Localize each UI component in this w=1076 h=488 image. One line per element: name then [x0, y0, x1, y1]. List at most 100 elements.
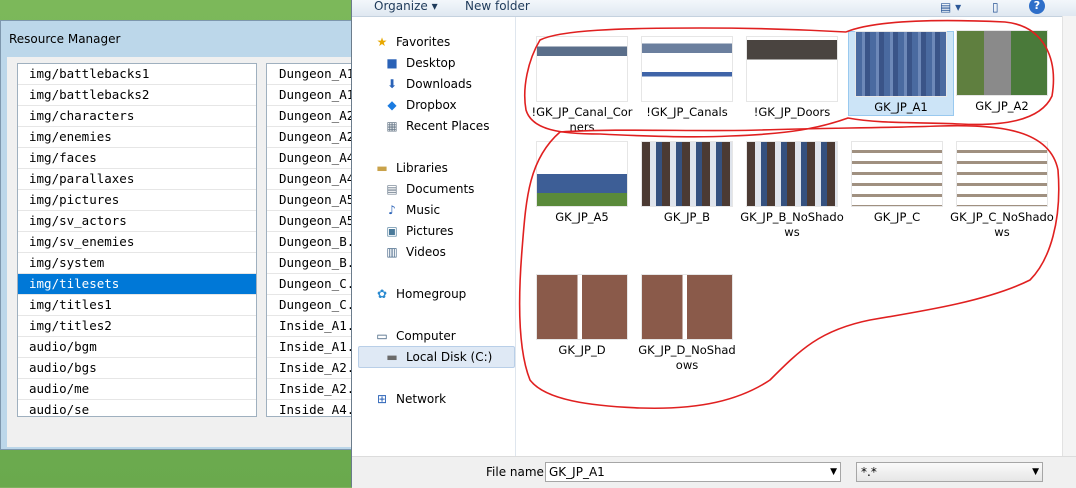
pictures-icon: ▣	[386, 224, 398, 238]
chevron-down-icon[interactable]: ▼	[830, 463, 837, 481]
folder-row[interactable]: img/sv_enemies	[18, 232, 256, 253]
file-view: !GK_JP_Canal_Corners !GK_JP_Canals !GK_JP_…	[524, 17, 1059, 457]
file-tile[interactable]: GK_JP_D_NoShadows	[635, 275, 739, 373]
file-tile[interactable]: GK_JP_B	[635, 142, 739, 225]
file-name-value: GK_JP_A1	[549, 465, 605, 479]
toolbar: Organize ▾ New folder ▤ ▾ ▯ ?	[352, 0, 1076, 17]
file-name-caption: GK_JP_D_NoShadows	[638, 343, 736, 372]
folder-row[interactable]: img/sv_actors	[18, 211, 256, 232]
file-name-caption: !GK_JP_Canals	[646, 105, 728, 119]
nav-local-disk[interactable]: ▬ Local Disk (C:)	[384, 347, 492, 367]
file-name-caption: GK_JP_B_NoShadows	[740, 210, 844, 239]
desktop-icon: ■	[386, 56, 398, 70]
window-title: Resource Manager	[9, 32, 121, 46]
file-thumbnail	[537, 37, 627, 101]
nav-network[interactable]: ⊞ Network	[374, 389, 446, 409]
nav-computer[interactable]: ▭ Computer	[374, 326, 455, 346]
folder-row[interactable]: img/characters	[18, 106, 256, 127]
file-thumbnail	[747, 37, 837, 101]
folder-list[interactable]: img/battlebacks1 img/battlebacks2 img/char…	[17, 63, 257, 417]
file-tile[interactable]: GK_JP_D	[530, 275, 634, 358]
videos-icon: ▥	[386, 245, 398, 259]
nav-dropbox[interactable]: ◆ Dropbox	[384, 95, 456, 115]
file-tile[interactable]: !GK_JP_Canals	[635, 37, 739, 120]
folder-row[interactable]: img/system	[18, 253, 256, 274]
file-thumbnail	[747, 142, 837, 206]
nav-videos[interactable]: ▥ Videos	[384, 242, 446, 262]
file-name-caption: GK_JP_A2	[975, 99, 1029, 113]
folder-row[interactable]: img/battlebacks2	[18, 85, 256, 106]
file-thumbnail	[642, 275, 732, 339]
file-name-caption: !GK_JP_Canal_Corners	[531, 105, 633, 134]
organize-button[interactable]: Organize ▾	[374, 0, 438, 13]
file-thumbnail	[852, 142, 942, 206]
resource-manager-window: Resource Manager img/battlebacks1 img/bat…	[0, 20, 368, 450]
nav-pictures[interactable]: ▣ Pictures	[384, 221, 453, 241]
file-tile[interactable]: !GK_JP_Canal_Corners	[530, 37, 634, 135]
file-tile[interactable]: GK_JP_A5	[530, 142, 634, 225]
folder-row[interactable]: audio/bgm	[18, 337, 256, 358]
nav-favorites[interactable]: ★ Favorites	[374, 32, 451, 52]
file-name-caption: !GK_JP_Doors	[753, 105, 831, 119]
file-tile[interactable]: GK_JP_A1	[848, 31, 954, 116]
computer-icon: ▭	[376, 329, 388, 343]
network-icon: ⊞	[376, 392, 388, 406]
resource-manager-body: img/battlebacks1 img/battlebacks2 img/char…	[7, 57, 368, 447]
nav-music[interactable]: ♪ Music	[384, 200, 440, 220]
nav-homegroup[interactable]: ✿ Homegroup	[374, 284, 466, 304]
folder-row[interactable]: img/faces	[18, 148, 256, 169]
file-name-caption: GK_JP_C	[873, 210, 921, 224]
drive-icon: ▬	[386, 350, 398, 364]
nav-recent-places[interactable]: ▦ Recent Places	[384, 116, 489, 136]
file-tile[interactable]: GK_JP_B_NoShadows	[740, 142, 844, 240]
file-tile[interactable]: !GK_JP_Doors	[740, 37, 844, 120]
file-name-caption: GK_JP_D	[558, 343, 606, 357]
navigation-pane: ★ Favorites ■ Desktop ⬇ Downloads ◆ Dropbox …	[352, 17, 516, 457]
nav-libraries[interactable]: ▬ Libraries	[374, 158, 448, 178]
chevron-down-icon[interactable]: ▼	[1032, 463, 1039, 481]
folder-row[interactable]: img/pictures	[18, 190, 256, 211]
file-name-caption: GK_JP_B	[663, 210, 711, 224]
documents-icon: ▤	[386, 182, 398, 196]
help-icon[interactable]: ?	[1029, 0, 1045, 14]
file-name-label: File name:	[486, 465, 548, 479]
file-thumbnail	[856, 32, 946, 96]
file-name-input[interactable]: GK_JP_A1 ▼	[545, 462, 841, 482]
file-tile[interactable]: GK_JP_C	[845, 142, 949, 225]
file-name-caption: GK_JP_A5	[555, 210, 609, 224]
open-file-dialog: Organize ▾ New folder ▤ ▾ ▯ ? ★ Favorites…	[351, 0, 1076, 488]
file-thumbnail	[537, 142, 627, 206]
file-tile[interactable]: GK_JP_C_NoShadows	[950, 142, 1054, 240]
file-name-caption: GK_JP_A1	[874, 100, 928, 114]
folder-row[interactable]: img/enemies	[18, 127, 256, 148]
nav-desktop[interactable]: ■ Desktop	[384, 53, 455, 73]
file-thumbnail	[537, 275, 627, 339]
file-thumbnail	[957, 31, 1047, 95]
folder-row[interactable]: img/titles1	[18, 295, 256, 316]
dialog-footer: File name: GK_JP_A1 ▼ *.* ▼	[352, 456, 1076, 488]
nav-downloads[interactable]: ⬇ Downloads	[384, 74, 472, 94]
folder-row[interactable]: img/tilesets	[18, 274, 256, 295]
vertical-scrollbar[interactable]	[1062, 16, 1076, 456]
file-type-select[interactable]: *.* ▼	[856, 462, 1043, 482]
new-folder-button[interactable]: New folder	[465, 0, 530, 13]
libraries-icon: ▬	[376, 161, 388, 175]
folder-row[interactable]: audio/me	[18, 379, 256, 400]
music-icon: ♪	[388, 203, 396, 217]
folder-row[interactable]: audio/bgs	[18, 358, 256, 379]
folder-row[interactable]: img/battlebacks1	[18, 64, 256, 85]
view-options-icon[interactable]: ▤ ▾	[940, 0, 961, 14]
folder-row[interactable]: img/titles2	[18, 316, 256, 337]
preview-pane-icon[interactable]: ▯	[992, 0, 999, 14]
file-name-caption: GK_JP_C_NoShadows	[950, 210, 1054, 239]
recent-places-icon: ▦	[386, 119, 398, 133]
folder-row[interactable]: img/parallaxes	[18, 169, 256, 190]
homegroup-icon: ✿	[376, 287, 388, 301]
file-thumbnail	[957, 142, 1047, 206]
dropbox-icon: ◆	[387, 98, 397, 112]
file-tile[interactable]: GK_JP_A2	[950, 31, 1054, 114]
folder-row[interactable]: audio/se	[18, 400, 256, 416]
file-thumbnail	[642, 37, 732, 101]
nav-documents[interactable]: ▤ Documents	[384, 179, 474, 199]
file-type-value: *.*	[861, 465, 877, 479]
